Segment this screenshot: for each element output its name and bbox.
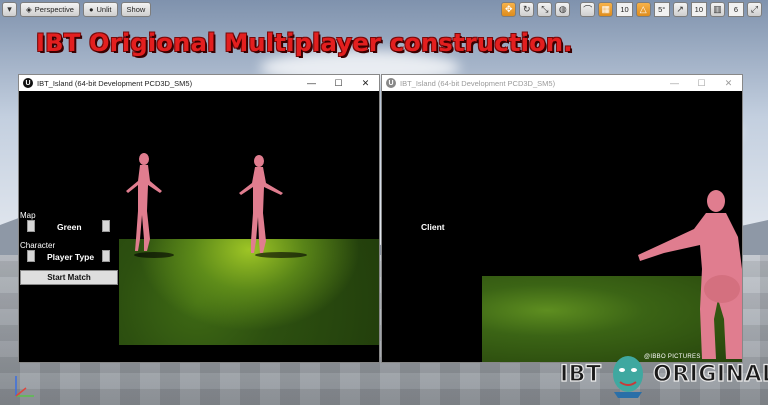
- character-mannequin: [126, 153, 174, 258]
- viewport-toolbar-right: ✥ ↻ ⤡ ◍ ⌒ ▦ 10 △ 5° ↗ 10 ▥ 6 ⤢: [501, 2, 762, 17]
- window-title: IBT_Island (64-bit Development PCD3D_SM5…: [37, 78, 193, 88]
- rotation-snap-value[interactable]: 5°: [653, 2, 670, 17]
- grid-snap-value[interactable]: 10: [616, 2, 633, 17]
- character-value: Player Type: [47, 252, 95, 262]
- window-titlebar[interactable]: U IBT_Island (64-bit Development PCD3D_S…: [382, 75, 742, 91]
- map-label: Map: [20, 211, 36, 220]
- viewport-options-button[interactable]: ▾: [2, 2, 17, 17]
- close-button[interactable]: ✕: [352, 75, 379, 91]
- scale-snap-icon[interactable]: ↗: [672, 2, 688, 17]
- map-value: Green: [57, 222, 82, 232]
- camera-speed-value[interactable]: 6: [728, 2, 744, 17]
- rotation-snap-icon[interactable]: △: [635, 2, 651, 17]
- show-button[interactable]: Show: [120, 2, 152, 17]
- window-titlebar[interactable]: U IBT_Island (64-bit Development PCD3D_S…: [19, 75, 379, 91]
- scale-icon[interactable]: ⤡: [537, 2, 553, 17]
- window-title: IBT_Island (64-bit Development PCD3D_SM5…: [400, 78, 556, 88]
- viewport-toolbar-left: ▾ ◈ Perspective ● Unlit Show: [2, 2, 152, 17]
- minimize-button[interactable]: —: [661, 75, 688, 91]
- perspective-button[interactable]: ◈ Perspective: [20, 2, 80, 17]
- axis-gizmo-icon: [15, 376, 34, 397]
- brand-small-text: @IBBO PICTURES: [644, 354, 701, 360]
- minimize-button[interactable]: —: [298, 75, 325, 91]
- character-mannequin: [239, 155, 307, 258]
- grid-snap-icon[interactable]: ▦: [598, 2, 614, 17]
- camera-icon: ◈: [26, 5, 32, 14]
- show-label: Show: [126, 5, 146, 14]
- rotate-icon[interactable]: ↻: [519, 2, 535, 17]
- client-label: Client: [421, 222, 445, 232]
- brand-ibt-text: IBT: [559, 361, 602, 387]
- view-mode-button[interactable]: ● Unlit: [82, 2, 118, 17]
- maximize-viewport-icon[interactable]: ⤢: [747, 2, 762, 17]
- character-label: Character: [20, 241, 56, 250]
- headline-title: IBT Origional Multiplayer construction.: [36, 29, 573, 57]
- sphere-icon: ●: [88, 5, 94, 14]
- character-mannequin: [638, 190, 742, 359]
- mascot-face-icon: [613, 356, 643, 398]
- start-match-button[interactable]: Start Match: [20, 270, 118, 285]
- brand-logo: IBT @IBBO PICTURES ORIGINAL: [559, 350, 768, 400]
- game-window-server[interactable]: U IBT_Island (64-bit Development PCD3D_S…: [18, 74, 380, 363]
- character-prev-button[interactable]: [27, 250, 35, 262]
- game-window-client[interactable]: U IBT_Island (64-bit Development PCD3D_S…: [381, 74, 743, 363]
- game-viewport[interactable]: Client: [382, 91, 742, 362]
- brand-original-text: ORIGINAL: [652, 361, 768, 387]
- translate-icon[interactable]: ✥: [501, 2, 517, 17]
- map-prev-button[interactable]: [27, 220, 35, 232]
- unreal-logo-icon: U: [23, 78, 33, 88]
- perspective-label: Perspective: [34, 5, 74, 14]
- view-mode-label: Unlit: [96, 5, 112, 14]
- window-controls: — ☐ ✕: [661, 75, 742, 91]
- character-next-button[interactable]: [102, 250, 110, 262]
- window-controls: — ☐ ✕: [298, 75, 379, 91]
- close-button[interactable]: ✕: [715, 75, 742, 91]
- scale-snap-value[interactable]: 10: [690, 2, 707, 17]
- game-viewport[interactable]: Map Green Character Player Type Start Ma…: [19, 91, 379, 362]
- maximize-button[interactable]: ☐: [325, 75, 352, 91]
- map-next-button[interactable]: [102, 220, 110, 232]
- unreal-logo-icon: U: [386, 78, 396, 88]
- world-local-icon[interactable]: ◍: [555, 2, 571, 17]
- surface-snap-icon[interactable]: ⌒: [580, 2, 596, 17]
- camera-speed-icon[interactable]: ▥: [710, 2, 725, 17]
- maximize-button[interactable]: ☐: [688, 75, 715, 91]
